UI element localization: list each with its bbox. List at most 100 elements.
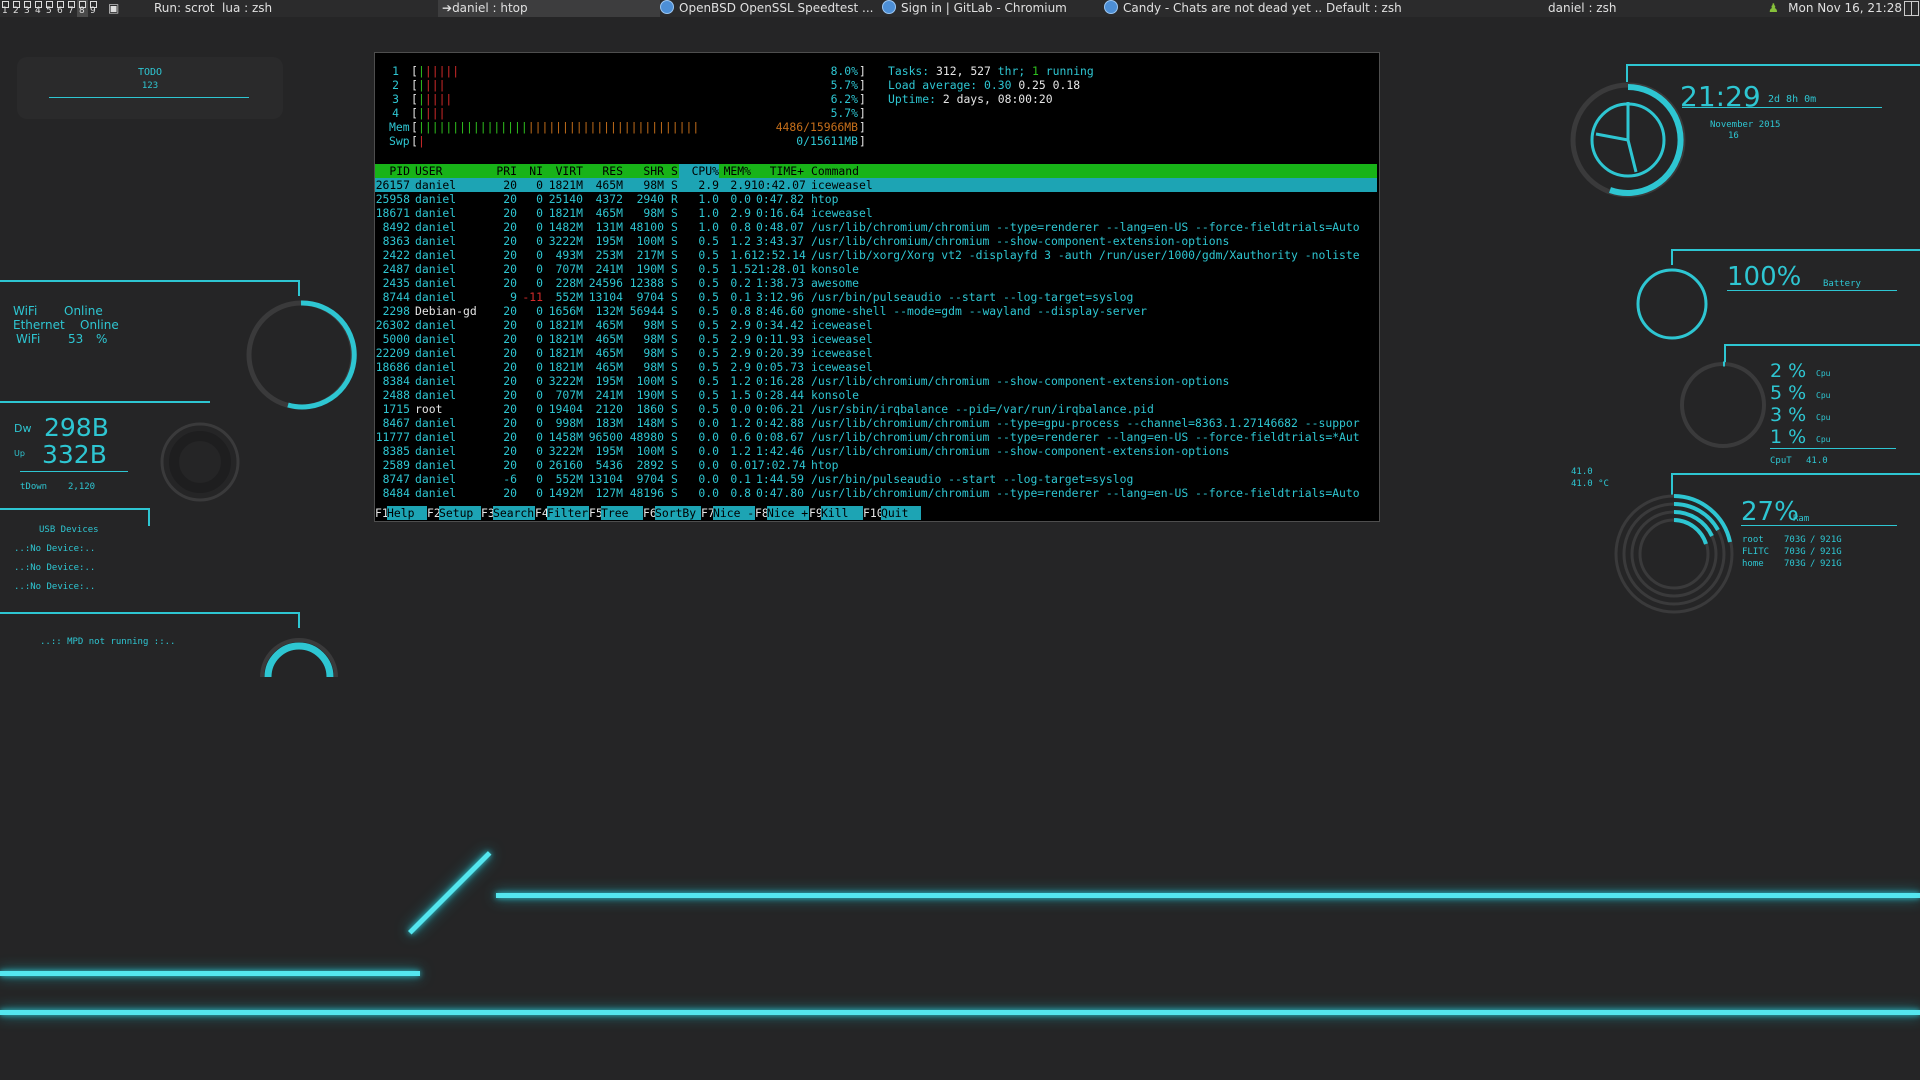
process-cell-cpu: 0.5 [698, 262, 719, 276]
column-header-pid[interactable]: PID [375, 164, 410, 178]
process-row[interactable]: 26157 daniel 20 0 1821M 465M 98M S 2.9 2.9 10:42.0… [375, 178, 1377, 192]
tag-8[interactable]: 8 [77, 0, 88, 17]
process-row[interactable]: 25958 daniel 20 0 25140 4372 2940 R 1.0 0.0 0:47.8… [375, 192, 1377, 206]
process-cell-s: S [671, 444, 678, 458]
process-row[interactable]: 8467 daniel 20 0 998M 183M 148M S 0.0 1.2 0:42.88 /… [375, 416, 1377, 430]
tag-4[interactable]: 4 [33, 0, 44, 17]
process-cell-user: daniel [415, 234, 457, 248]
column-header-cpu[interactable]: CPU% [679, 164, 719, 178]
column-header-shr[interactable]: SHR [623, 164, 664, 178]
clock-rule-top [1628, 64, 1920, 66]
tag-3[interactable]: 3 [22, 0, 33, 17]
process-cell-time: 17:02.74 [751, 458, 806, 472]
chromium-icon [882, 0, 896, 14]
task-2[interactable]: ➔daniel : htop [438, 0, 660, 17]
fkey-label-nice[interactable]: Nice - [713, 506, 755, 520]
launcher-icon[interactable]: ▣ [104, 0, 122, 17]
process-row[interactable]: 1715 root 20 0 19404 2120 1860 S 0.5 0.0 0:06.21/u… [375, 402, 1377, 416]
panel-clock[interactable]: Mon Nov 16, 21:28 [1788, 0, 1902, 17]
task-label: Candy - Chats are not dead yet ... [1123, 1, 1322, 15]
tag-9[interactable]: 9 [88, 0, 99, 17]
column-header-command[interactable]: Command [811, 164, 1377, 178]
process-row[interactable]: 26302 daniel 20 0 1821M 465M 98M S 0.5 2.9 0:34.42… [375, 318, 1377, 332]
task-6[interactable]: Default : zsh [1322, 0, 1544, 17]
task-7[interactable]: daniel : zsh [1544, 0, 1766, 17]
process-row[interactable]: 18671 daniel 20 0 1821M 465M 98M S 1.0 2.9 0:16.64… [375, 206, 1377, 220]
process-row[interactable]: 2422 daniel 20 0 493M 253M 217M S 0.5 1.6 12:52.14… [375, 248, 1377, 262]
process-cell-res: 96500 [588, 430, 623, 444]
fkey-label-quit[interactable]: Quit [881, 506, 921, 520]
process-row[interactable]: 22209 daniel 20 0 1821M 465M 98M S 0.5 2.9 0:20.39… [375, 346, 1377, 360]
process-row[interactable]: 11777 daniel 20 0 1458M 96500 48980 S 0.0 0.6 0:08… [375, 430, 1377, 444]
column-header-s[interactable]: S [671, 164, 679, 178]
wifi-status: Online [64, 304, 103, 318]
process-row[interactable]: 8747 daniel -6 0 552M 13104 9704 S 0.0 0.1 1:44.59… [375, 472, 1377, 486]
disk-total: 921G [1820, 547, 1842, 557]
fkey-label-sortby[interactable]: SortBy [655, 506, 701, 520]
fkey-label-search[interactable]: Search [493, 506, 535, 520]
clock-underline [1682, 107, 1882, 108]
process-cell-command: /usr/bin/pulseaudio --start --log-target… [811, 472, 1134, 486]
tag-7[interactable]: 7 [66, 0, 77, 17]
fkey-label-tree[interactable]: Tree [601, 506, 643, 520]
process-cell-command: iceweasel [811, 206, 873, 220]
process-row[interactable]: 5000 daniel 20 0 1821M 465M 98M S 0.5 2.9 0:11.93 i… [375, 332, 1377, 346]
tag-6[interactable]: 6 [55, 0, 66, 17]
process-cell-cpu: 0.0 [698, 486, 719, 500]
fkey-label-setup[interactable]: Setup [439, 506, 481, 520]
load-line: Load average: 0.30 0.25 0.18 [375, 78, 1377, 92]
process-row[interactable]: 8484 daniel 20 0 1492M 127M 48196 S 0.0 0.8 0:47.8… [375, 486, 1377, 500]
process-cell-command: iceweasel [811, 346, 873, 360]
process-cell-mem: 1.5 [730, 388, 751, 402]
process-cell-command: htop [811, 458, 839, 472]
process-row[interactable]: 8744 daniel 9 -11 552M 13104 9704 S 0.5 0.1 3:12.9… [375, 290, 1377, 304]
process-cell-res: 465M [595, 178, 623, 192]
column-header-mem[interactable]: MEM% [721, 164, 751, 178]
process-cell-s: S [671, 388, 678, 402]
process-cell-time: 0:48.07 [755, 220, 804, 234]
tag-2[interactable]: 2 [11, 0, 22, 17]
run-prompt[interactable]: Run: scrot [150, 0, 222, 17]
tag-1[interactable]: 1 [0, 0, 11, 17]
htop-terminal-window[interactable]: 1[| ||||| 8.0%] 2[| ||| 5.7%] 3[| |||| 6.2%] 4[| |… [374, 52, 1380, 522]
task-1[interactable]: lua : zsh [218, 0, 440, 17]
process-row[interactable]: 8492 daniel 20 0 1482M 131M 48100 S 1.0 0.8 0:48.0… [375, 220, 1377, 234]
task-4[interactable]: Sign in | GitLab - Chromium [878, 0, 1100, 17]
column-header-res[interactable]: RES [583, 164, 623, 178]
layout-tile-icon[interactable] [1904, 1, 1919, 16]
process-cell-shr: 98M [643, 178, 664, 192]
process-row[interactable]: 2435 daniel 20 0 228M 24596 12388 S 0.5 0.2 1:38.7… [375, 276, 1377, 290]
process-cell-cpu: 0.0 [698, 416, 719, 430]
process-cell-shr: 100M [636, 444, 664, 458]
process-cell-command: /usr/lib/chromium/chromium --type=gpu-pr… [811, 416, 1360, 430]
process-row[interactable]: 8363 daniel 20 0 3222M 195M 100M S 0.5 1.2 3:43.37… [375, 234, 1377, 248]
fkey-label-kill[interactable]: Kill [821, 506, 863, 520]
summary-threads-value: 527 [970, 64, 991, 78]
task-5[interactable]: Candy - Chats are not dead yet ... [1100, 0, 1322, 17]
summary-uptime-value: 2 days, 08:00:20 [942, 92, 1053, 106]
process-cell-cpu: 0.0 [698, 444, 719, 458]
fkey-label-nice[interactable]: Nice + [767, 506, 809, 520]
process-cell-res: 132M [595, 304, 623, 318]
process-row[interactable]: 2487 daniel 20 0 707M 241M 190M S 0.5 1.5 21:28.01… [375, 262, 1377, 276]
fkey-label-filter[interactable]: Filter [547, 506, 589, 520]
process-row[interactable]: 2488 daniel 20 0 707M 241M 190M S 0.5 1.5 0:28.44 k… [375, 388, 1377, 402]
process-cell-user: daniel [415, 374, 457, 388]
battery-rule [1673, 249, 1920, 251]
process-row[interactable]: 2589 daniel 20 0 26160 5436 2892 S 0.0 0.0 17:02.7… [375, 458, 1377, 472]
column-header-pri[interactable]: PRI [483, 164, 517, 178]
process-row[interactable]: 8384 daniel 20 0 3222M 195M 100M S 0.5 1.2 0:16.28… [375, 374, 1377, 388]
process-row[interactable]: 8385 daniel 20 0 3222M 195M 100M S 0.0 1.2 1:42.46… [375, 444, 1377, 458]
cpu-meter-percent: 5.7% [830, 106, 858, 120]
column-header-virt[interactable]: VIRT [543, 164, 583, 178]
process-row[interactable]: 18686 daniel 20 0 1821M 465M 98M S 0.5 2.9 0:05.73… [375, 360, 1377, 374]
usb-device-1: ..:No Device:.. [14, 544, 96, 554]
column-header-time[interactable]: TIME+ [751, 164, 804, 178]
tray-user-icon[interactable]: ♟ [1768, 0, 1784, 17]
column-header-user[interactable]: USER [415, 164, 485, 178]
process-row[interactable]: 2298 Debian-gd 20 0 1656M 132M 56944 S 0.5 0.8 8:4… [375, 304, 1377, 318]
column-header-ni[interactable]: NI [517, 164, 543, 178]
tag-5[interactable]: 5 [44, 0, 55, 17]
fkey-label-help[interactable]: Help [387, 506, 427, 520]
task-3[interactable]: OpenBSD OpenSSL Speedtest ... [656, 0, 878, 17]
